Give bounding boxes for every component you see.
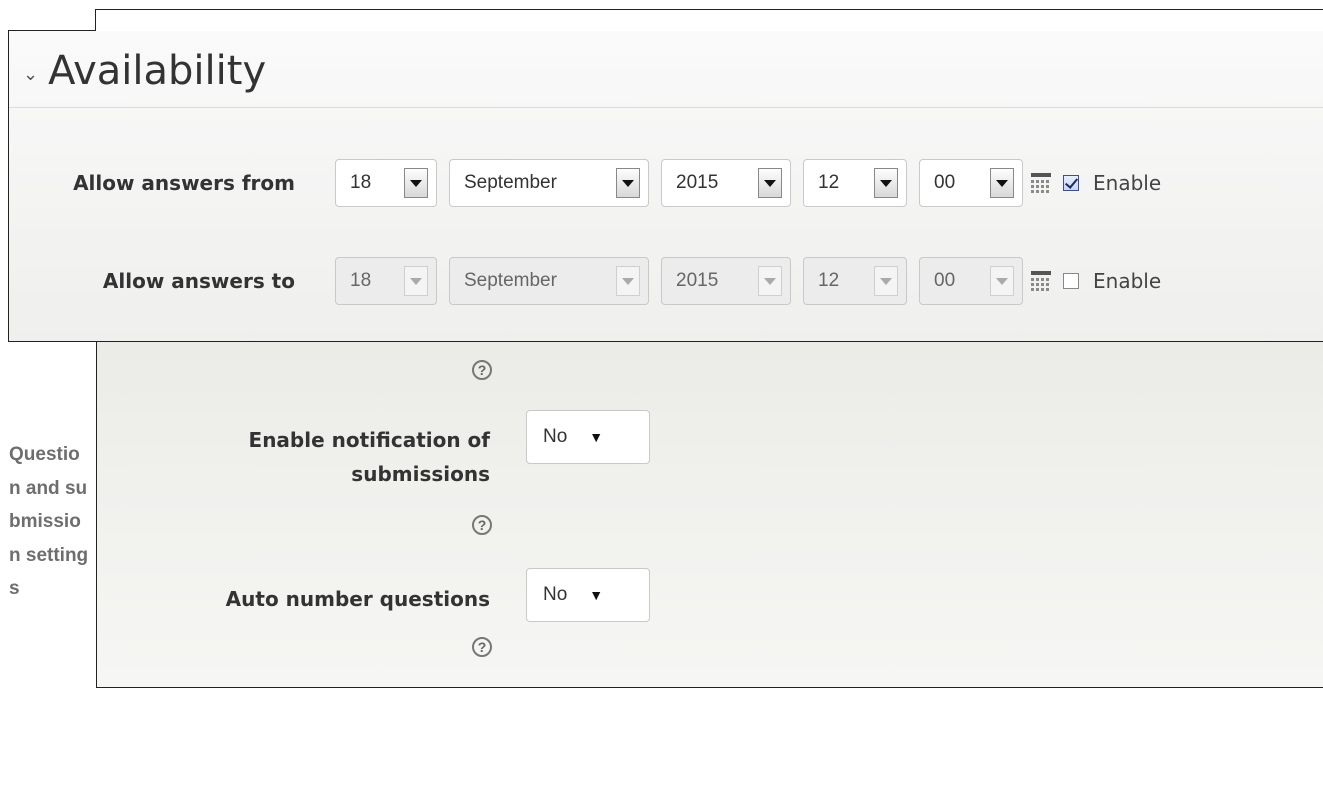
allow-to-hour-select[interactable]: 12 <box>803 257 907 305</box>
allow-from-row: Allow answers from 18 September 2015 12 … <box>9 159 1161 207</box>
dropdown-arrow-icon <box>874 168 898 198</box>
allow-from-enable-checkbox[interactable] <box>1063 175 1079 191</box>
dropdown-arrow-icon <box>990 266 1014 296</box>
allow-to-minute-select[interactable]: 00 <box>919 257 1023 305</box>
collapse-chevron-icon[interactable]: ⌄ <box>23 64 38 85</box>
allow-to-year-value: 2015 <box>676 270 719 291</box>
allow-to-day-value: 18 <box>350 270 372 291</box>
section-side-caption: Question and submission settings <box>9 444 89 599</box>
allow-to-label: Allow answers to <box>102 269 295 293</box>
legend-divider <box>9 107 1323 108</box>
allow-to-minute-value: 00 <box>934 270 956 291</box>
auto-number-select[interactable]: No ▼ <box>526 568 650 622</box>
allow-from-label: Allow answers from <box>73 171 295 195</box>
dropdown-arrow-icon <box>404 168 428 198</box>
allow-to-enable-checkbox[interactable] <box>1063 273 1079 289</box>
allow-from-minute-value: 00 <box>934 172 956 193</box>
notification-label: Enable notification of submissions <box>150 423 490 491</box>
allow-from-minute-select[interactable]: 00 <box>919 159 1023 207</box>
allow-to-day-select[interactable]: 18 <box>335 257 437 305</box>
allow-from-month-select[interactable]: September <box>449 159 649 207</box>
allow-from-hour-select[interactable]: 12 <box>803 159 907 207</box>
notification-label-line1: Enable notification of <box>248 428 490 452</box>
availability-fieldset: ⌄ Availability Allow answers from 18 Sep… <box>8 9 1323 342</box>
calendar-icon[interactable] <box>1031 173 1051 193</box>
notification-select-value: No <box>543 426 568 447</box>
notification-label-line2: submissions <box>351 462 490 486</box>
allow-to-month-select[interactable]: September <box>449 257 649 305</box>
auto-number-label: Auto number questions <box>225 587 490 611</box>
dropdown-arrow-icon <box>758 168 782 198</box>
allow-from-hour-value: 12 <box>818 172 840 193</box>
allow-from-year-value: 2015 <box>676 172 719 193</box>
settings-panel-lower <box>96 300 1323 688</box>
dropdown-arrow-icon <box>616 168 640 198</box>
allow-from-year-select[interactable]: 2015 <box>661 159 791 207</box>
auto-number-select-value: No <box>543 584 568 605</box>
allow-to-enable-label: Enable <box>1093 269 1162 293</box>
calendar-icon[interactable] <box>1031 271 1051 291</box>
allow-to-year-select[interactable]: 2015 <box>661 257 791 305</box>
dropdown-arrow-icon <box>990 168 1014 198</box>
dropdown-arrow-icon: ▼ <box>589 587 604 603</box>
notification-help-icon[interactable]: ? <box>472 515 492 535</box>
dropdown-arrow-icon <box>404 266 428 296</box>
dropdown-arrow-icon <box>758 266 782 296</box>
allow-from-day-value: 18 <box>350 172 372 193</box>
availability-legend[interactable]: ⌄ Availability <box>23 41 266 101</box>
dropdown-arrow-icon: ▼ <box>589 429 604 445</box>
availability-help-icon[interactable]: ? <box>472 360 492 380</box>
dropdown-arrow-icon <box>874 266 898 296</box>
allow-to-hour-value: 12 <box>818 270 840 291</box>
allow-from-month-value: September <box>464 172 557 193</box>
notification-select[interactable]: No ▼ <box>526 410 650 464</box>
section-title: Availability <box>48 48 267 94</box>
allow-to-row: Allow answers to 18 September 2015 12 00… <box>9 257 1161 305</box>
allow-to-month-value: September <box>464 270 557 291</box>
allow-from-enable-label: Enable <box>1093 171 1162 195</box>
auto-number-help-icon[interactable]: ? <box>472 637 492 657</box>
allow-from-day-select[interactable]: 18 <box>335 159 437 207</box>
dropdown-arrow-icon <box>616 266 640 296</box>
